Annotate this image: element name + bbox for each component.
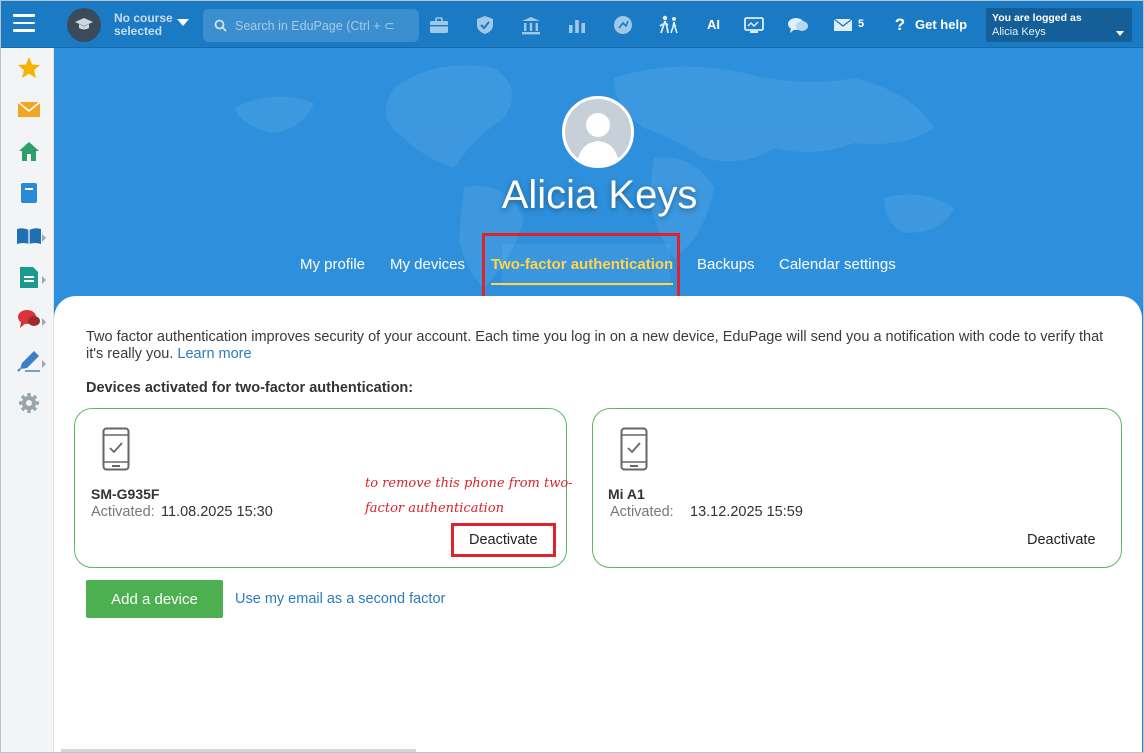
two-factor-panel: Two factor authentication improves secur… <box>54 296 1142 752</box>
menu-icon[interactable] <box>13 14 35 34</box>
highlight-box-deactivate <box>451 523 556 557</box>
tab-my-devices[interactable]: My devices <box>390 256 465 273</box>
profile-name: Alicia Keys <box>501 173 698 217</box>
expand-arrow-icon[interactable] <box>42 276 46 284</box>
highlight-box-tab <box>482 233 680 302</box>
expand-arrow-icon[interactable] <box>42 234 46 242</box>
graduation-cap-icon <box>75 18 93 30</box>
activated-label: Activated: <box>610 504 674 520</box>
institution-icon[interactable] <box>518 12 544 38</box>
messages-count-badge[interactable]: 5 <box>858 18 864 30</box>
search-box[interactable] <box>203 9 419 42</box>
envelope-icon[interactable] <box>15 95 43 123</box>
star-icon[interactable] <box>15 53 43 81</box>
briefcase-icon[interactable] <box>426 12 452 38</box>
smartphone-check-icon <box>620 427 648 471</box>
add-device-button[interactable]: Add a device <box>86 580 223 618</box>
discussion-icon[interactable] <box>15 305 43 333</box>
cast-screen-icon[interactable] <box>741 12 767 38</box>
app-window: No course selected AI <box>0 0 1144 753</box>
top-bar: No course selected AI <box>1 1 1143 48</box>
expand-arrow-icon[interactable] <box>42 318 46 326</box>
open-book-icon[interactable] <box>15 221 43 249</box>
devices-section-title: Devices activated for two-factor authent… <box>86 380 414 396</box>
bar-chart-icon[interactable] <box>564 12 590 38</box>
activated-date: 13.12.2025 15:59 <box>690 504 803 520</box>
chat-bubbles-icon[interactable] <box>785 12 811 38</box>
email-second-factor-link[interactable]: Use my email as a second factor <box>235 591 445 607</box>
gauge-icon[interactable] <box>610 12 636 38</box>
logged-user-name: Alicia Keys <box>992 26 1046 38</box>
annotation-note: to remove this phone from two-factor aut… <box>365 476 573 516</box>
device-name: SM-G935F <box>91 486 160 502</box>
sidebar <box>1 48 54 752</box>
gear-icon[interactable] <box>15 389 43 417</box>
expand-arrow-icon[interactable] <box>42 360 46 368</box>
course-avatar[interactable] <box>67 8 101 42</box>
home-icon[interactable] <box>15 137 43 165</box>
activated-label: Activated: <box>91 504 155 520</box>
device-card: SM-G935F Activated: 11.08.2025 15:30 to … <box>74 408 573 568</box>
walking-people-icon[interactable] <box>656 12 682 38</box>
shield-icon[interactable] <box>472 12 498 38</box>
search-icon <box>214 19 227 32</box>
notebook-icon[interactable] <box>15 179 43 207</box>
get-help-button[interactable]: Get help <box>915 17 967 32</box>
chevron-down-icon[interactable] <box>177 19 189 26</box>
user-silhouette-icon <box>565 99 631 165</box>
tab-calendar-settings[interactable]: Calendar settings <box>779 256 896 273</box>
mail-icon[interactable] <box>830 12 856 38</box>
pencil-icon[interactable] <box>15 347 43 375</box>
document-icon[interactable] <box>15 263 43 291</box>
activated-date: 11.08.2025 15:30 <box>161 504 273 520</box>
tab-backups[interactable]: Backups <box>697 256 755 273</box>
horizontal-scrollbar[interactable] <box>61 749 416 752</box>
course-selector-label[interactable]: No course selected <box>114 12 174 38</box>
account-menu[interactable]: You are logged as Alicia Keys <box>986 8 1132 42</box>
device-card: Mi A1 Activated: 13.12.2025 15:59 Deacti… <box>592 408 1122 568</box>
logged-as-label: You are logged as <box>992 12 1082 24</box>
deactivate-button[interactable]: Deactivate <box>1027 532 1096 548</box>
help-icon[interactable]: ? <box>887 12 913 38</box>
intro-text: Two factor authentication improves secur… <box>86 329 1122 363</box>
ai-button[interactable]: AI <box>707 17 720 32</box>
tab-my-profile[interactable]: My profile <box>300 256 365 273</box>
device-name: Mi A1 <box>608 486 645 502</box>
avatar[interactable] <box>562 96 634 168</box>
profile-header: Alicia Keys My profile My devices Two-fa… <box>54 48 1143 308</box>
chevron-down-icon <box>1116 31 1124 36</box>
learn-more-link[interactable]: Learn more <box>177 346 251 362</box>
search-input[interactable] <box>235 9 411 42</box>
smartphone-check-icon <box>102 427 130 471</box>
